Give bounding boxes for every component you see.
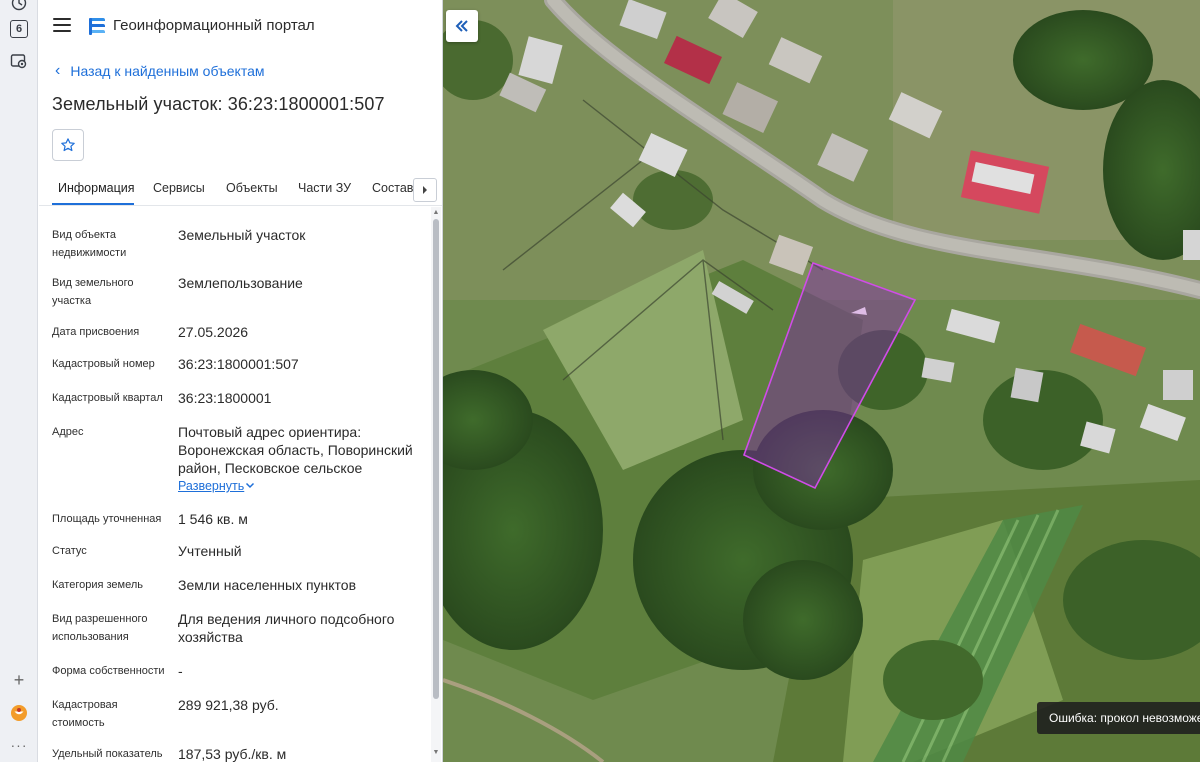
- address-value: Почтовый адрес ориентира: Воронежская об…: [178, 424, 413, 476]
- property-label: Статус: [52, 545, 87, 557]
- history-icon[interactable]: [10, 0, 28, 12]
- extension-icon[interactable]: [10, 704, 28, 722]
- scroll-up-arrow-icon[interactable]: ▲: [432, 209, 440, 217]
- chevron-down-icon[interactable]: [245, 479, 255, 493]
- object-title: Земельный участок: 36:23:1800001:507: [52, 94, 385, 114]
- property-label: Дата присвоения: [52, 326, 140, 338]
- property-value: 187,53 руб./кв. м: [178, 746, 287, 762]
- info-panel: Геоинформационный портал ‹ Назад к найде…: [39, 0, 443, 762]
- property-label: Вид земельного участка: [52, 277, 134, 307]
- map-canvas[interactable]: [443, 0, 1200, 762]
- property-label: Адрес: [52, 426, 84, 438]
- panel-header: Геоинформационный портал: [39, 0, 442, 52]
- property-value: 1 546 кв. м: [178, 511, 248, 527]
- tab-objects[interactable]: Объекты: [226, 181, 278, 195]
- property-value: 27.05.2026: [178, 324, 249, 340]
- property-value: Земельный участок: [178, 227, 306, 243]
- property-value: Землепользование: [178, 275, 303, 291]
- add-icon[interactable]: +: [10, 670, 28, 690]
- property-value: Для ведения личного подсобного хозяйства: [178, 611, 395, 645]
- tabs-scroll-right-button[interactable]: [413, 178, 437, 202]
- error-toast: Ошибка: прокол невозможен: [1037, 702, 1200, 734]
- chevron-left-icon: ‹: [55, 62, 61, 79]
- app-title: Геоинформационный портал: [113, 17, 315, 34]
- property-value: Земли населенных пунктов: [178, 577, 357, 593]
- tab-services[interactable]: Сервисы: [153, 181, 205, 195]
- property-label: Вид объекта недвижимости: [52, 229, 127, 259]
- favorite-button[interactable]: [52, 129, 84, 161]
- property-label: Площадь уточненная: [52, 513, 162, 525]
- tab-land-parts[interactable]: Части ЗУ: [298, 181, 351, 195]
- back-link-label: Назад к найденным объектам: [70, 63, 265, 79]
- star-icon: [61, 138, 75, 152]
- tab-count-badge[interactable]: 6: [10, 20, 28, 38]
- property-label: Категория земель: [52, 579, 143, 591]
- tab-composition[interactable]: Состав: [372, 181, 413, 195]
- double-chevron-left-icon: [455, 20, 468, 32]
- satellite-map[interactable]: [443, 0, 1200, 762]
- property-label: Кадастровый номер: [52, 358, 155, 370]
- scroll-thumb[interactable]: [433, 219, 439, 699]
- back-to-results-link[interactable]: ‹ Назад к найденным объектам: [55, 62, 265, 80]
- screenshot-icon[interactable]: [10, 52, 28, 70]
- browser-sidebar: 6 + ···: [0, 0, 38, 762]
- property-label: Вид разрешенного использования: [52, 613, 148, 643]
- property-label: Форма собственности: [52, 665, 165, 677]
- menu-icon[interactable]: [53, 18, 71, 32]
- tab-bar: Информация Сервисы Объекты Части ЗУ Сост…: [39, 173, 442, 206]
- properties-scrollbar[interactable]: ▲ ▼: [431, 207, 441, 762]
- active-tab-indicator: [52, 203, 134, 205]
- property-label: Кадастровая стоимость: [52, 699, 118, 729]
- property-value: 36:23:1800001: [178, 390, 272, 406]
- caret-right-icon: [423, 186, 427, 194]
- collapse-panel-button[interactable]: [446, 10, 478, 42]
- portal-logo-icon: [87, 15, 107, 37]
- property-value: 36:23:1800001:507: [178, 356, 299, 372]
- property-value: Учтенный: [178, 543, 242, 559]
- properties-list: Вид объекта недвижимости Земельный участ…: [39, 207, 431, 762]
- property-label: Удельный показатель: [52, 748, 163, 760]
- property-value: 289 921,38 руб.: [178, 697, 279, 713]
- tab-information[interactable]: Информация: [58, 181, 135, 195]
- scroll-down-arrow-icon[interactable]: ▼: [432, 749, 440, 757]
- expand-address-link[interactable]: Развернуть: [178, 479, 244, 493]
- property-label: Кадастровый квартал: [52, 392, 163, 404]
- more-icon[interactable]: ···: [10, 736, 28, 754]
- property-value: -: [178, 663, 183, 679]
